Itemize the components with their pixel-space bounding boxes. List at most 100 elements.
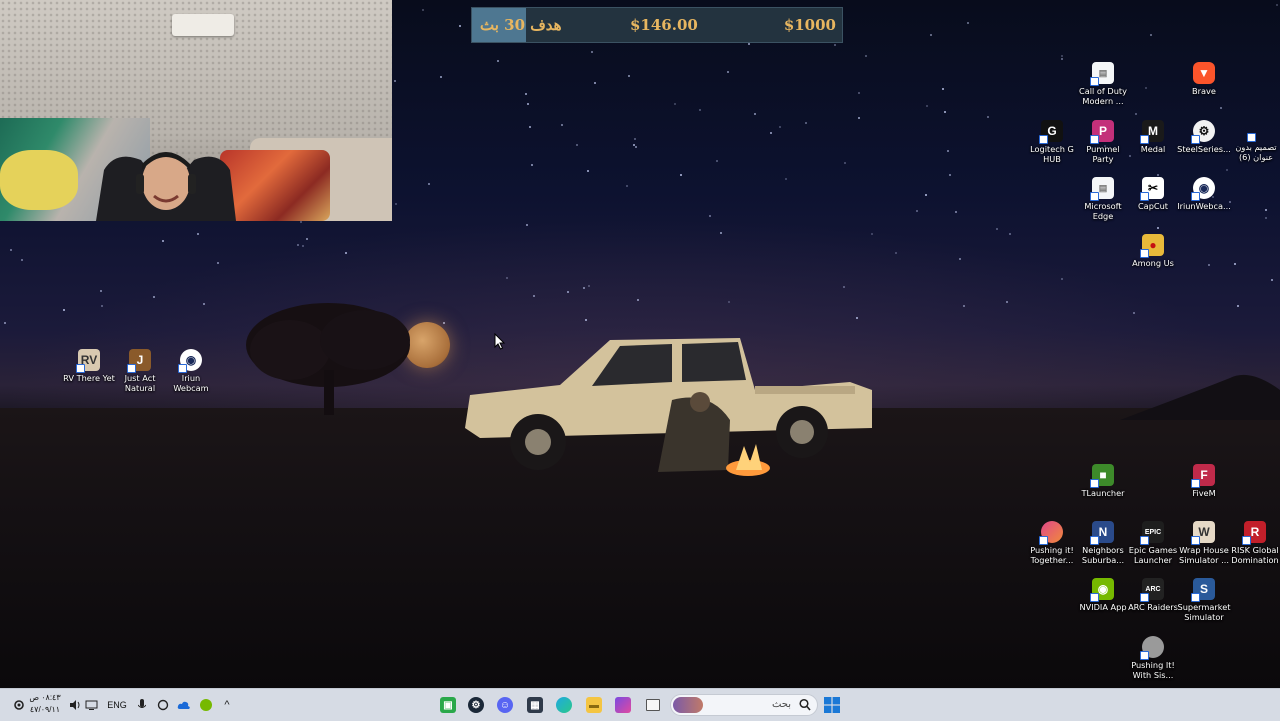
star bbox=[1271, 279, 1273, 281]
star bbox=[576, 144, 578, 146]
star bbox=[727, 71, 729, 73]
search-placeholder: بحث bbox=[771, 699, 791, 710]
desktop-icon-label: TLauncher bbox=[1081, 488, 1125, 498]
clock-time: ٠٨:٤٣ ص bbox=[29, 693, 61, 702]
desktop-icon-among-us[interactable]: ● Among Us bbox=[1125, 234, 1181, 268]
windows-logo-icon bbox=[824, 697, 840, 713]
star bbox=[779, 126, 781, 128]
star bbox=[949, 174, 951, 176]
terminal-icon: ▣ bbox=[440, 697, 456, 713]
star bbox=[100, 290, 102, 292]
microphone-icon[interactable] bbox=[136, 694, 148, 716]
pushing-it-sis-icon bbox=[1140, 636, 1164, 660]
desktop-icon-logitech-g-hub[interactable]: G Logitech G HUB bbox=[1024, 120, 1080, 164]
language-indicator[interactable]: ENG bbox=[104, 694, 130, 716]
desktop-icon-design-file[interactable]: تصميم بدون عنوان (6) bbox=[1228, 128, 1280, 162]
discord-app[interactable]: ☺ bbox=[495, 694, 515, 716]
taskbar-search-box[interactable]: بحث bbox=[670, 694, 818, 716]
desktop-icon-pushing-it-together[interactable]: Pushing it! Together... bbox=[1024, 521, 1080, 565]
star bbox=[709, 215, 711, 217]
desktop-icon-call-of-duty[interactable]: ▤ Call of Duty Modern ... bbox=[1075, 62, 1131, 106]
desktop-icon-label: RISK Global Domination bbox=[1231, 545, 1279, 565]
desktop-icon-label: FiveM bbox=[1192, 488, 1216, 498]
task-view[interactable] bbox=[643, 694, 663, 716]
star bbox=[770, 132, 772, 134]
start-button[interactable] bbox=[822, 694, 842, 716]
desktop-icon-label: Call of Duty Modern ... bbox=[1079, 86, 1127, 106]
desktop-icon-tlauncher[interactable]: ■ TLauncher bbox=[1075, 464, 1131, 498]
star bbox=[947, 150, 949, 152]
desktop-icon-pushing-it-sis[interactable]: Pushing It! With Sis... bbox=[1125, 636, 1181, 680]
desktop-icon-arc-raiders[interactable]: ARC ARC Raiders bbox=[1125, 578, 1181, 612]
nvidia-tray-icon[interactable] bbox=[199, 694, 213, 716]
cloud-icon[interactable] bbox=[177, 694, 191, 716]
discord-icon: ☺ bbox=[497, 697, 513, 713]
star bbox=[944, 111, 946, 113]
star bbox=[728, 301, 730, 303]
document-shortcut-icon: ▤ bbox=[1090, 62, 1114, 86]
pickup-truck bbox=[465, 338, 872, 476]
steam-app[interactable]: ⚙ bbox=[466, 694, 486, 716]
desktop-icon-capcut[interactable]: ✂ CapCut bbox=[1125, 177, 1181, 211]
settings-icon[interactable] bbox=[12, 694, 26, 716]
desktop-icon-brave[interactable]: ▼ Brave bbox=[1176, 62, 1232, 96]
desktop-icon-label: Neighbors Suburba... bbox=[1081, 545, 1125, 565]
star bbox=[843, 286, 845, 288]
edge-app[interactable] bbox=[554, 694, 574, 716]
star bbox=[1150, 34, 1152, 36]
star bbox=[925, 194, 927, 196]
star bbox=[203, 303, 205, 305]
network-icon[interactable] bbox=[84, 694, 98, 716]
desktop-icon-neighbors[interactable]: N Neighbors Suburba... bbox=[1075, 521, 1131, 565]
desktop-icon-iriunwebcam[interactable]: ◉ IriunWebca... bbox=[1176, 177, 1232, 211]
star bbox=[527, 103, 529, 105]
tlauncher-icon: ■ bbox=[1090, 464, 1114, 488]
store-app[interactable]: ▦ bbox=[525, 694, 545, 716]
star bbox=[930, 34, 932, 36]
epic-games-icon: EPIC bbox=[1140, 521, 1164, 545]
desktop-icon-just-act-natural[interactable]: J Just Act Natural bbox=[112, 349, 168, 393]
desktop-icon-medal[interactable]: M Medal bbox=[1125, 120, 1181, 154]
star bbox=[10, 249, 12, 251]
goal-label: هدف 30 بث bbox=[480, 16, 562, 34]
desktop-icon-fivem[interactable]: F FiveM bbox=[1176, 464, 1232, 498]
copilot-app[interactable] bbox=[613, 694, 633, 716]
brave-lion-icon: ▼ bbox=[1193, 62, 1215, 84]
desktop-icon-steelseries[interactable]: ⚙ SteelSeries... bbox=[1176, 120, 1232, 154]
desktop-icon-risk[interactable]: R RISK Global Domination bbox=[1227, 521, 1280, 565]
star bbox=[959, 258, 961, 260]
terminal-app[interactable]: ▣ bbox=[438, 694, 458, 716]
rv-there-yet-icon: RV bbox=[76, 349, 100, 373]
desktop-icon-nvidia-app[interactable]: ◉ NVIDIA App bbox=[1075, 578, 1131, 612]
desktop-icon-iriun-webcam[interactable]: ◉ Iriun Webcam bbox=[163, 349, 219, 393]
desktop-icon-label: Supermarket Simulator bbox=[1177, 602, 1231, 622]
desktop-icon-microsoft-edge[interactable]: ▤ Microsoft Edge bbox=[1075, 177, 1131, 221]
star bbox=[635, 146, 637, 148]
volume-icon[interactable] bbox=[68, 694, 82, 716]
desktop-icon-pummel-party[interactable]: P Pummel Party bbox=[1075, 120, 1131, 164]
acacia-tree bbox=[246, 303, 410, 415]
file-explorer-app[interactable]: ▬ bbox=[584, 694, 604, 716]
sync-icon[interactable] bbox=[156, 694, 170, 716]
desktop-icon-wrap-house[interactable]: W Wrap House Simulator ... bbox=[1176, 521, 1232, 565]
star bbox=[394, 80, 396, 82]
desktop-icon-label: Pushing it! Together... bbox=[1030, 545, 1074, 565]
red-cloth bbox=[220, 150, 330, 221]
star bbox=[4, 322, 6, 324]
star bbox=[567, 291, 569, 293]
air-conditioner bbox=[172, 14, 234, 36]
star bbox=[987, 116, 989, 118]
star bbox=[1276, 4, 1278, 6]
star bbox=[1006, 301, 1008, 303]
desktop-icon-rv-there-yet[interactable]: RV RV There Yet bbox=[61, 349, 117, 383]
star bbox=[300, 221, 302, 223]
desktop-icon-supermarket[interactable]: S Supermarket Simulator bbox=[1176, 578, 1232, 622]
desktop-icon-epic-games[interactable]: EPIC Epic Games Launcher bbox=[1125, 521, 1181, 565]
star bbox=[526, 224, 528, 226]
star bbox=[1265, 217, 1267, 219]
desktop-icon-label: Epic Games Launcher bbox=[1128, 545, 1178, 565]
search-icon bbox=[799, 698, 811, 711]
system-clock[interactable]: ٠٨:٤٣ ص ٤٧/٠٩/١١ bbox=[28, 692, 62, 716]
star bbox=[531, 164, 533, 166]
chevron-up-icon[interactable]: ^ bbox=[220, 694, 234, 716]
